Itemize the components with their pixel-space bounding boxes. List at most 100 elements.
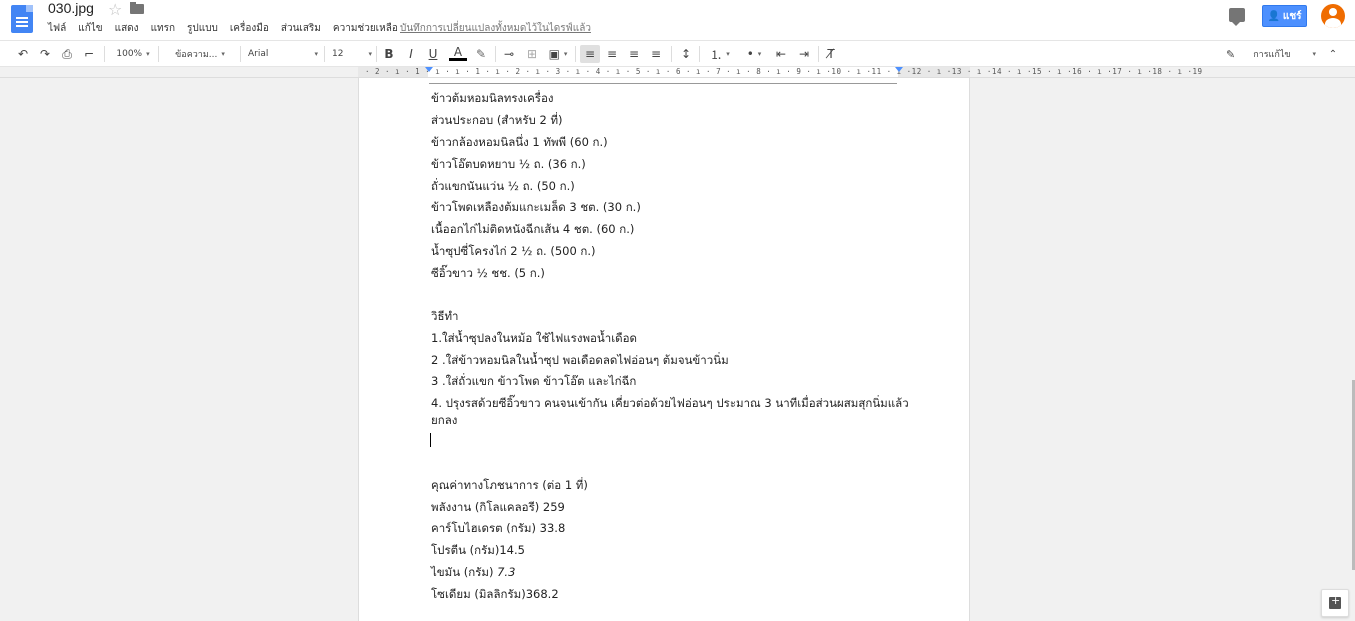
ingredient-line: ซีอิ๊วขาว ½ ชช. (5 ก.): [431, 266, 545, 280]
ingredient-line: ข้าวกล้องหอมนิลนึ่ง 1 ทัพพี (60 ก.): [431, 135, 608, 149]
nutrition-label: โปรตีน (กรัม)14.5: [431, 543, 525, 557]
decrease-indent-icon[interactable]: ⇤: [772, 45, 790, 63]
explore-icon: [1329, 594, 1341, 609]
menu-file[interactable]: ไฟล์: [48, 21, 66, 36]
avatar[interactable]: [1321, 4, 1345, 28]
chevron-down-icon: ▾: [563, 50, 568, 58]
docs-logo-icon[interactable]: [11, 5, 33, 33]
nutrition-line: คาร์โบไฮเดรต (กรัม) 33.8: [431, 520, 565, 538]
align-left-icon[interactable]: ≡: [580, 45, 600, 63]
chevron-down-icon: ▾: [221, 50, 225, 58]
nutrition-label: โซเดียม (มิลลิกรัม)368.2: [431, 587, 559, 601]
nutrition-heading: คุณค่าทางโภชนาการ (ต่อ 1 ที่): [431, 478, 588, 492]
print-icon[interactable]: ⎙: [58, 45, 76, 63]
ingredient-line: ข้าวโอ๊ตบดหยาบ ½ ถ. (36 ก.): [431, 157, 586, 171]
chevron-down-icon: ▾: [726, 50, 730, 58]
align-justify-icon[interactable]: ≡: [647, 45, 665, 63]
paint-format-icon[interactable]: ⌐: [80, 45, 98, 63]
doc-title-line: ข้าวต้มหอมนิลทรงเครื่อง: [431, 91, 554, 105]
step-line-continued: ยกลง: [431, 413, 458, 427]
nutrition-line: โปรตีน (กรัม)14.5: [431, 542, 525, 560]
header-divider: [429, 83, 897, 84]
zoom-select[interactable]: 100% ▾: [112, 45, 154, 63]
step-line: 1.ใส่น้ำซุปลงในหม้อ ใช้ไฟแรงพอน้ำเดือด: [431, 331, 638, 345]
document-title[interactable]: 030.jpg: [48, 0, 94, 16]
chevron-down-icon: ▾: [146, 50, 150, 58]
italic-icon[interactable]: I: [402, 45, 420, 63]
paragraph-style-select[interactable]: ข้อความ... ▾: [166, 45, 234, 63]
zoom-value: 100%: [116, 49, 143, 59]
chevron-down-icon: ▾: [757, 50, 762, 58]
explore-button[interactable]: [1321, 589, 1349, 617]
nutrition-label: ไขมัน (กรัม): [431, 565, 498, 579]
comment-add-icon[interactable]: ⊞: [523, 45, 541, 63]
pencil-icon: ✎: [1226, 47, 1236, 61]
menu-format[interactable]: รูปแบบ: [187, 21, 218, 36]
ingredient-line: เนื้ออกไก่ไม่ติดหนังฉีกเส้น 4 ชต. (60 ก.…: [431, 222, 635, 236]
ruler-numbers: · 2 · ı · 1 · ı · ı · 1 · ı · 2 · ı · 3 …: [365, 67, 1203, 76]
menu-edit[interactable]: แก้ไข: [78, 21, 102, 36]
step-line: 2 .ใส่ข้าวหอมนิลในน้ำซุป พอเดือดลดไฟอ่อน…: [431, 353, 729, 367]
nutrition-line: พลังงาน (กิโลแคลอรี) 259: [431, 499, 565, 517]
left-indent-marker[interactable]: [425, 67, 433, 72]
right-indent-marker[interactable]: [895, 67, 903, 72]
redo-icon[interactable]: ↷: [36, 45, 54, 63]
numbered-list-icon[interactable]: ⒈ ▾: [705, 45, 735, 63]
font-size-value: 12: [332, 49, 344, 59]
align-right-icon[interactable]: ≡: [625, 45, 643, 63]
editing-mode-label: การแก้ไข: [1253, 50, 1291, 60]
line-spacing-icon[interactable]: ↕: [677, 45, 695, 63]
comments-icon[interactable]: [1229, 8, 1245, 26]
nutrition-label: พลังงาน (กิโลแคลอรี) 259: [431, 500, 565, 514]
align-center-icon[interactable]: ≡: [603, 45, 621, 63]
ingredient-line: น้ำซุปซี่โครงไก่ 2 ½ ถ. (500 ก.): [431, 244, 596, 258]
font-size-select[interactable]: 12 ▾: [332, 45, 372, 63]
menu-addons[interactable]: ส่วนเสริม: [281, 21, 321, 36]
share-label: แชร์: [1282, 10, 1302, 22]
highlight-icon[interactable]: ✎: [472, 45, 490, 63]
nutrition-line: ไขมัน (กรัม) 7.3: [431, 564, 515, 582]
person-icon: 👤: [1267, 10, 1280, 22]
toolbar: ↶ ↷ ⎙ ⌐ 100% ▾ ข้อความ... ▾ Arial ▾ 12 ▾ B I…: [0, 40, 1355, 67]
save-status-link[interactable]: บันทึกการเปลี่ยนแปลงทั้งหมดไว้ในไดรฟ์แล้…: [400, 21, 591, 36]
nutrition-line: โซเดียม (มิลลิกรัม)368.2: [431, 586, 559, 604]
menu-help[interactable]: ความช่วยเหลือ: [333, 21, 398, 36]
nutrition-label: คาร์โบไฮเดรต (กรัม) 33.8: [431, 521, 566, 535]
style-value: ข้อความ...: [175, 50, 218, 60]
method-heading: วิธีทำ: [431, 309, 459, 323]
menu-tools[interactable]: เครื่องมือ: [230, 21, 269, 36]
chevron-down-icon: ▾: [1312, 50, 1316, 58]
nutrition-value-italic: 7.3: [497, 565, 516, 579]
menu-bar: ไฟล์ แก้ไข แสดง แทรก รูปแบบ เครื่องมือ ส…: [48, 21, 398, 36]
ingredient-line: ข้าวโพดเหลืองต้มแกะเมล็ด 3 ชต. (30 ก.): [431, 200, 641, 214]
star-icon[interactable]: ☆: [108, 0, 122, 19]
bulleted-list-icon[interactable]: • ▾: [739, 45, 769, 63]
undo-icon[interactable]: ↶: [14, 45, 32, 63]
ingredients-heading: ส่วนประกอบ (สำหรับ 2 ที่): [431, 113, 563, 127]
font-select[interactable]: Arial ▾: [248, 45, 318, 63]
menu-view[interactable]: แสดง: [115, 21, 139, 36]
header-bar: 030.jpg ☆ ไฟล์ แก้ไข แสดง แทรก รูปแบบ เค…: [0, 0, 1355, 40]
underline-icon[interactable]: U: [424, 45, 442, 63]
font-value: Arial: [248, 49, 269, 59]
chevron-down-icon: ▾: [368, 50, 372, 58]
step-line: 3 .ใส่ถั่วแขก ข้าวโพด ข้าวโอ๊ต และไก่ฉีก: [431, 374, 637, 388]
ruler: · 2 · ı · 1 · ı · ı · 1 · ı · 2 · ı · 3 …: [0, 67, 1355, 78]
folder-icon[interactable]: [130, 2, 144, 14]
clear-formatting-icon[interactable]: T̸: [822, 45, 840, 63]
share-button[interactable]: 👤 แชร์: [1262, 5, 1307, 27]
ingredient-line: ถั่วแขกนันแว่น ½ ถ. (50 ก.): [431, 179, 575, 193]
menu-insert[interactable]: แทรก: [151, 21, 175, 36]
editing-mode-select[interactable]: ✎ การแก้ไข ▾: [1226, 45, 1316, 63]
image-insert-icon[interactable]: ▣ ▾: [545, 45, 571, 63]
document-page[interactable]: ข้าวต้มหอมนิลทรงเครื่อง ส่วนประกอบ (สำหร…: [358, 78, 970, 621]
increase-indent-icon[interactable]: ⇥: [795, 45, 813, 63]
chevron-down-icon: ▾: [314, 50, 318, 58]
bold-icon[interactable]: B: [380, 45, 398, 63]
document-workspace: ข้าวต้มหอมนิลทรงเครื่อง ส่วนประกอบ (สำหร…: [0, 78, 1355, 621]
collapse-menu-icon[interactable]: ⌃: [1324, 45, 1342, 63]
step-line: 4. ปรุงรสด้วยซีอิ๊วขาว คนจนเข้ากัน เคี่ย…: [431, 396, 909, 410]
text-color-icon[interactable]: A: [449, 45, 467, 61]
text-cursor: [430, 433, 431, 447]
link-icon[interactable]: ⊸: [500, 45, 518, 63]
